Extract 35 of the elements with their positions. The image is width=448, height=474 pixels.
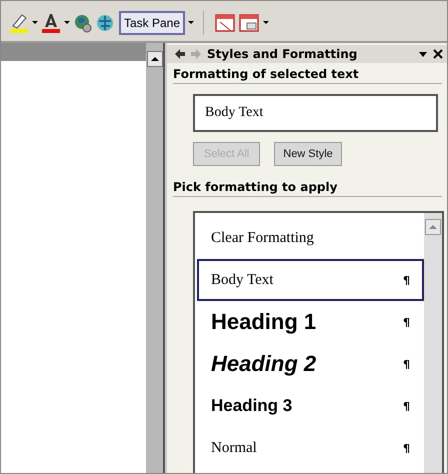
style-name: Clear Formatting — [211, 230, 314, 246]
new-style-button[interactable]: New Style — [274, 142, 342, 166]
pilcrow-mark: ¶ — [403, 274, 410, 286]
style-item[interactable]: Heading 2 ¶ — [197, 343, 424, 385]
current-style-field[interactable]: Body Text — [193, 94, 438, 132]
table-icon[interactable] — [238, 13, 260, 33]
style-item[interactable]: Body Text ¶ — [197, 259, 424, 301]
scrollbar[interactable] — [424, 213, 442, 473]
style-name: Heading 1 — [211, 309, 316, 335]
pilcrow-mark: ¶ — [403, 316, 410, 328]
style-item[interactable]: Heading 3 ¶ — [197, 385, 424, 427]
style-name: Normal — [211, 440, 257, 456]
pilcrow-mark: ¶ — [403, 358, 410, 370]
style-item[interactable]: Clear Formatting — [197, 217, 424, 259]
font-color-icon[interactable] — [41, 12, 61, 34]
table-icon[interactable] — [214, 13, 236, 33]
back-arrow-icon[interactable] — [175, 49, 185, 59]
pilcrow-mark: ¶ — [403, 442, 410, 454]
style-name: Body Text — [211, 272, 274, 288]
highlighter-icon[interactable] — [9, 12, 29, 34]
task-pane-button[interactable]: Task Pane — [119, 11, 186, 35]
style-item[interactable]: Heading 1 ¶ — [197, 301, 424, 343]
section-heading: Pick formatting to apply — [173, 176, 442, 197]
section-heading: Formatting of selected text — [173, 63, 442, 84]
style-name: Heading 2 — [211, 351, 316, 377]
dropdown-icon[interactable] — [419, 50, 427, 58]
style-name: Heading 3 — [211, 396, 292, 416]
pilcrow-mark: ¶ — [403, 400, 410, 412]
pane-title: Styles and Formatting — [207, 47, 358, 61]
style-item[interactable]: Normal ¶ — [197, 427, 424, 469]
close-icon[interactable] — [433, 49, 443, 59]
globe-icon[interactable] — [73, 13, 93, 33]
network-icon[interactable] — [95, 13, 115, 33]
scrollbar[interactable] — [146, 43, 165, 473]
scroll-up-icon[interactable] — [146, 51, 162, 67]
